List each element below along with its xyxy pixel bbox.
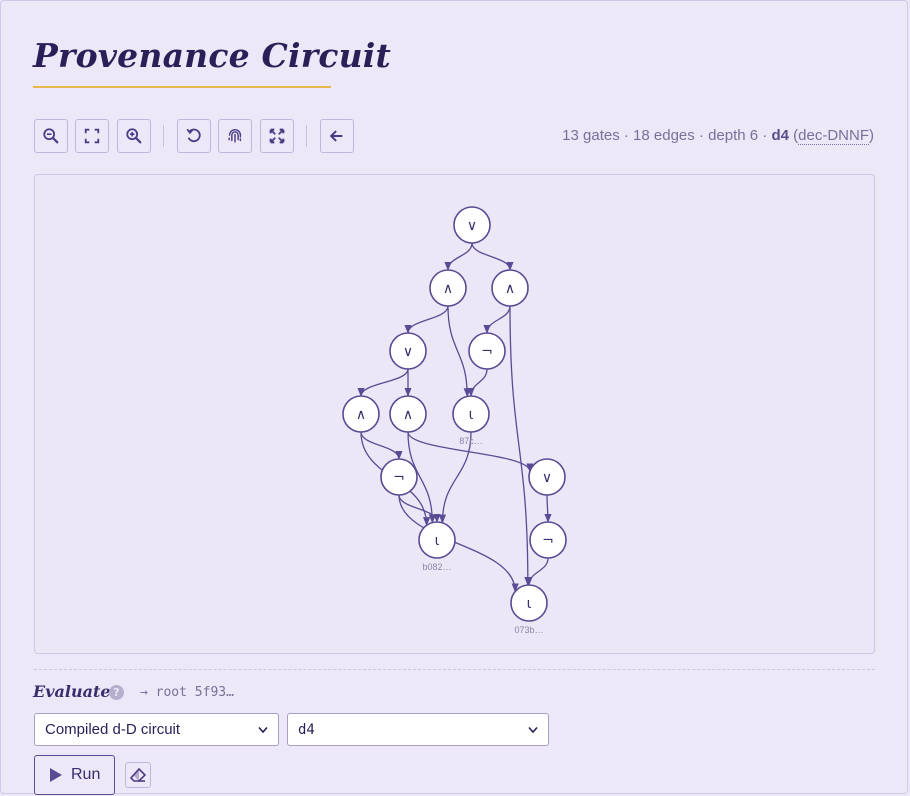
stats-format-close: ) xyxy=(869,127,874,144)
circuit-edge xyxy=(360,431,403,460)
chevron-down-icon xyxy=(258,726,268,733)
fingerprint-icon xyxy=(228,129,242,143)
zoom-out-icon xyxy=(43,128,59,144)
run-button-label: Run xyxy=(71,766,101,783)
circuit-edge xyxy=(471,242,514,271)
circuit-node[interactable]: ∧ xyxy=(491,269,529,307)
circuit-node[interactable]: ι b082… xyxy=(418,521,456,572)
node-label: ¬ xyxy=(542,533,554,549)
stats-format: dec-DNNF xyxy=(798,127,869,145)
circuit-graph[interactable]: ∨ ∧ ∧ ∨ ¬ ∧ ∧ ι 87c… ¬ ∨ ι b082… ¬ ι 073b… xyxy=(35,175,875,654)
circuit-edge xyxy=(357,368,409,397)
leaf-id-label: b082… xyxy=(422,562,451,572)
clear-button[interactable] xyxy=(125,762,151,788)
zoom-out-button[interactable] xyxy=(34,119,68,153)
undo-icon xyxy=(186,128,201,143)
circuit-node[interactable]: ¬ xyxy=(468,332,506,370)
node-label: ι xyxy=(435,533,440,549)
circuit-edge xyxy=(509,305,532,586)
node-label: ∧ xyxy=(356,407,366,423)
node-label: ¬ xyxy=(393,470,405,486)
circuit-edge xyxy=(398,494,519,593)
root-reference: → root 5f93… xyxy=(140,685,234,700)
circuit-node[interactable]: ¬ xyxy=(529,521,567,559)
node-label: ¬ xyxy=(481,344,493,360)
leaf-id-label: 87c… xyxy=(459,436,483,446)
fullscreen-button[interactable] xyxy=(260,119,294,153)
node-label: ι xyxy=(527,596,532,612)
play-icon xyxy=(50,768,62,782)
circuit-node[interactable]: ι 87c… xyxy=(452,395,490,446)
evaluate-label: Evaluate xyxy=(33,682,111,701)
node-label: ∧ xyxy=(403,407,413,423)
fingerprint-button[interactable] xyxy=(218,119,252,153)
fit-icon xyxy=(84,128,100,144)
method-select-value: d4 xyxy=(298,721,315,738)
back-button[interactable] xyxy=(320,119,354,153)
circuit-node[interactable]: ∧ xyxy=(429,269,467,307)
stats-summary: 13 gates · 18 edges · depth 6 · xyxy=(562,127,772,144)
circuit-edge xyxy=(525,557,549,586)
toolbar-separator xyxy=(163,125,164,147)
stats-method: d4 xyxy=(771,127,789,144)
circuit-edge xyxy=(483,305,511,334)
circuit-node[interactable]: ∧ xyxy=(342,395,380,433)
node-label: ∨ xyxy=(403,344,413,360)
chevron-down-icon xyxy=(528,726,538,733)
circuit-node[interactable]: ι 073b… xyxy=(510,584,548,635)
title-underline xyxy=(33,86,331,88)
circuit-edge xyxy=(467,368,488,397)
circuit-edge xyxy=(447,305,471,398)
circuit-edge xyxy=(404,305,449,334)
method-select[interactable]: d4 xyxy=(287,713,549,746)
node-label: ∨ xyxy=(467,218,477,234)
eraser-icon xyxy=(130,768,146,782)
expand-icon xyxy=(269,128,285,144)
circuit-edge xyxy=(444,242,473,271)
circuit-node[interactable]: ¬ xyxy=(380,458,418,496)
node-label: ∧ xyxy=(443,281,453,297)
zoom-in-button[interactable] xyxy=(117,119,151,153)
node-label: ∨ xyxy=(542,470,552,486)
semiring-select-value: Compiled d-D circuit xyxy=(45,721,181,738)
toolbar-separator xyxy=(306,125,307,147)
circuit-node[interactable]: ∨ xyxy=(528,458,566,496)
fit-button[interactable] xyxy=(75,119,109,153)
circuit-edge xyxy=(544,494,552,523)
semiring-select[interactable]: Compiled d-D circuit xyxy=(34,713,279,746)
circuit-node[interactable]: ∨ xyxy=(453,206,491,244)
page-title: Provenance Circuit xyxy=(33,36,391,75)
reset-button[interactable] xyxy=(177,119,211,153)
node-label: ∧ xyxy=(505,281,515,297)
help-icon[interactable]: ? xyxy=(109,685,124,700)
circuit-stats: 13 gates · 18 edges · depth 6 · d4 (dec-… xyxy=(562,127,874,145)
circuit-node[interactable]: ∧ xyxy=(389,395,427,433)
node-label: ι xyxy=(469,407,474,423)
zoom-in-icon xyxy=(126,128,142,144)
arrow-left-icon xyxy=(329,130,343,142)
run-button[interactable]: Run xyxy=(34,755,115,795)
section-divider xyxy=(34,669,875,670)
leaf-id-label: 073b… xyxy=(514,625,543,635)
circuit-node[interactable]: ∨ xyxy=(389,332,427,370)
circuit-canvas[interactable]: ∨ ∧ ∧ ∨ ¬ ∧ ∧ ι 87c… ¬ ∨ ι b082… ¬ ι 073b… xyxy=(34,174,875,654)
stats-format-open: ( xyxy=(788,127,799,144)
